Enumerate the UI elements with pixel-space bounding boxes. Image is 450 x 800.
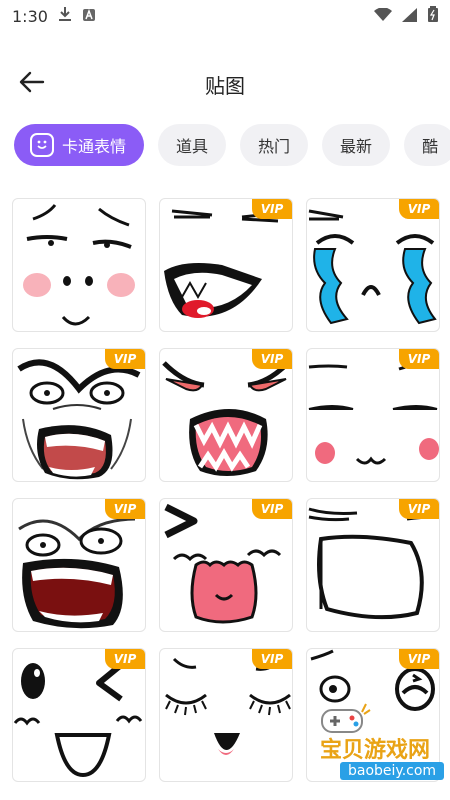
- watermark: 宝贝游戏网 baobeiy.com: [280, 700, 450, 790]
- tab-latest[interactable]: 最新: [322, 124, 391, 166]
- sticker-sleepy-happy-face[interactable]: VIP: [159, 648, 293, 782]
- vip-badge: VIP: [105, 649, 145, 669]
- sticker-crying-face[interactable]: VIP: [306, 198, 440, 332]
- smirk-face-icon: [23, 204, 135, 326]
- sticker-smirk-face[interactable]: [12, 198, 146, 332]
- app-notification-icon: [82, 7, 96, 26]
- sticker-shouting-face[interactable]: VIP: [306, 498, 440, 632]
- tab-cartoon[interactable]: 卡通表情: [14, 124, 145, 166]
- vip-badge: VIP: [399, 199, 439, 219]
- category-tabs: 卡通表情 道具 热门 最新 酷: [14, 124, 450, 166]
- vip-badge: VIP: [252, 349, 292, 369]
- sticker-grid: VIP VIP VIP VIP VIP VIP VIP VIP VIP VIP …: [12, 198, 440, 782]
- wifi-icon: [374, 6, 392, 26]
- tab-label: 道具: [176, 137, 209, 156]
- sticker-rage-face[interactable]: VIP: [12, 348, 146, 482]
- vip-badge: VIP: [252, 199, 292, 219]
- watermark-url: baobeiy.com: [340, 762, 445, 780]
- download-icon: [58, 6, 72, 26]
- tab-cool[interactable]: 酷: [404, 124, 450, 166]
- tab-label: 最新: [340, 137, 373, 156]
- vip-badge: VIP: [399, 349, 439, 369]
- status-time: 1:30: [12, 6, 48, 26]
- smile-icon: [30, 133, 54, 157]
- sticker-happy-squint-face[interactable]: VIP: [159, 498, 293, 632]
- vip-badge: VIP: [399, 499, 439, 519]
- vip-badge: VIP: [252, 649, 292, 669]
- status-bar: 1:30: [0, 0, 450, 32]
- vip-badge: VIP: [105, 349, 145, 369]
- sticker-laughing-face[interactable]: VIP: [159, 198, 293, 332]
- vip-badge: VIP: [252, 499, 292, 519]
- sticker-angry-teeth-face[interactable]: VIP: [159, 348, 293, 482]
- sticker-screaming-rage-face[interactable]: VIP: [12, 498, 146, 632]
- sticker-wink-face[interactable]: VIP: [12, 648, 146, 782]
- signal-icon: [402, 7, 418, 26]
- header: 贴图: [0, 52, 450, 112]
- tab-label: 热门: [258, 137, 291, 156]
- page-title: 贴图: [205, 74, 245, 98]
- vip-badge: VIP: [399, 649, 439, 669]
- tab-props[interactable]: 道具: [158, 124, 227, 166]
- vip-badge: VIP: [105, 499, 145, 519]
- tab-label: 卡通表情: [62, 137, 127, 156]
- watermark-text: 宝贝游戏网: [320, 738, 431, 763]
- sticker-blushing-smile-face[interactable]: VIP: [306, 348, 440, 482]
- tab-label: 酷: [422, 137, 439, 156]
- tab-hot[interactable]: 热门: [240, 124, 309, 166]
- battery-icon: [428, 6, 438, 26]
